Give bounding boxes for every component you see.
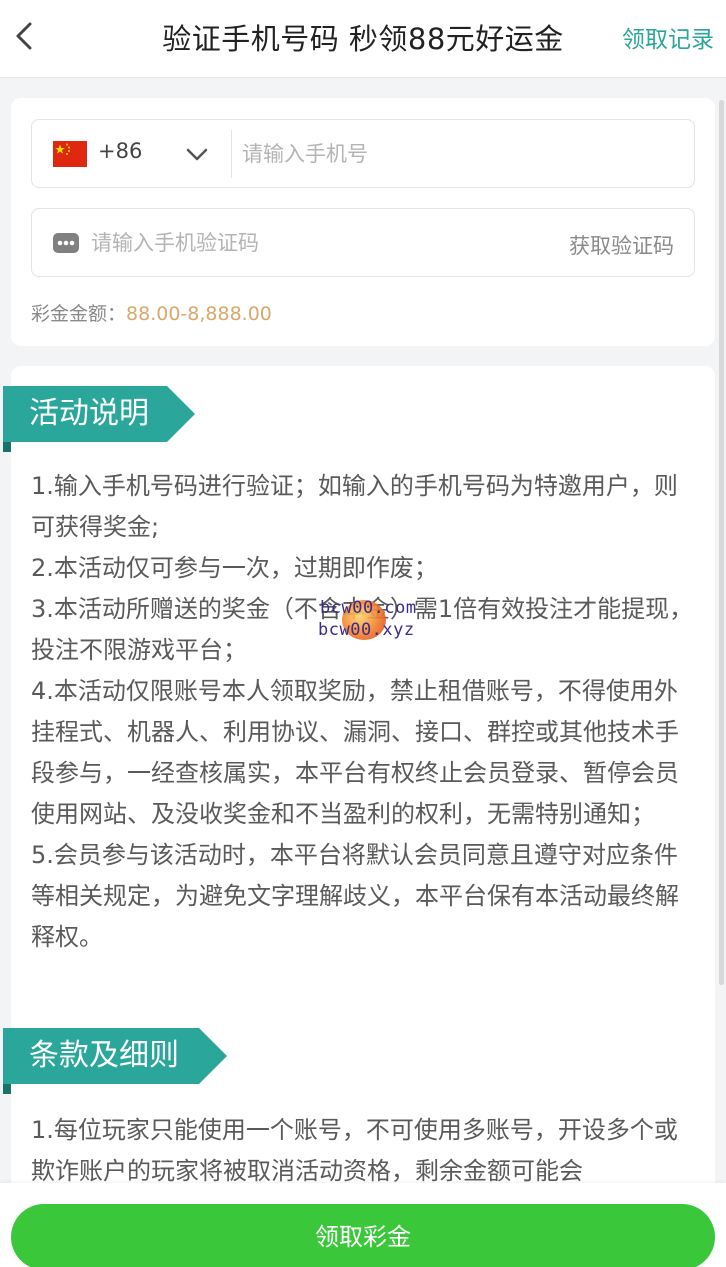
page-title: 验证手机号码 秒领88元好运金 <box>162 22 564 56</box>
claim-bonus-button[interactable]: 领取彩金 <box>11 1204 715 1267</box>
rule-item: 2.本活动仅可参与一次，过期即作废； <box>31 554 438 582</box>
phone-input[interactable] <box>242 130 682 178</box>
activity-section-title: 活动说明 <box>3 386 195 442</box>
bonus-amount-value: 88.00-8,888.00 <box>126 303 272 325</box>
chevron-down-icon[interactable] <box>184 142 210 166</box>
verification-form-card: +86 获取验证码 彩金金额：88.00-8,888.00 <box>11 98 715 346</box>
phone-field: +86 <box>31 119 695 188</box>
header-bar: 验证手机号码 秒领88元好运金 领取记录 <box>0 0 726 78</box>
activity-info-card: 活动说明 1.输入手机号码进行验证；如输入的手机号码为特邀用户，则可获得奖金; … <box>3 366 715 1267</box>
bonus-amount-label: 彩金金额： <box>31 303 127 325</box>
ribbon-fold <box>3 1084 11 1094</box>
verification-code-field: 获取验证码 <box>31 208 695 277</box>
china-flag-icon[interactable] <box>53 141 87 167</box>
scrollbar[interactable] <box>719 100 724 985</box>
claim-records-link[interactable]: 领取记录 <box>622 20 714 54</box>
rule-item: 1.每位玩家只能使用一个账号，不可使用多账号，开设多个或欺诈账户的玩家将被取消活… <box>31 1116 678 1185</box>
country-code[interactable]: +86 <box>98 139 142 163</box>
get-code-button[interactable]: 获取验证码 <box>569 230 674 260</box>
field-divider <box>231 130 232 178</box>
bottom-action-bar: 领取彩金 <box>0 1183 726 1267</box>
terms-rules: 1.每位玩家只能使用一个账号，不可使用多账号，开设多个或欺诈账户的玩家将被取消活… <box>31 1110 695 1192</box>
rule-item: 3.本活动所赠送的奖金（不含本金）需1倍有效投注才能提现，投注不限游戏平台； <box>31 595 694 664</box>
verification-code-input[interactable] <box>91 219 491 267</box>
ribbon-fold <box>3 442 11 452</box>
rule-item: 4.本活动仅限账号本人领取奖励，禁止租借账号，不得使用外挂程式、机器人、利用协议… <box>31 677 679 828</box>
terms-section-title: 条款及细则 <box>3 1028 227 1084</box>
rule-item: 1.输入手机号码进行验证；如输入的手机号码为特邀用户，则可获得奖金; <box>31 472 678 541</box>
rule-item: 5.会员参与该活动时，本平台将默认会员同意且遵守对应条件等相关规定，为避免文字理… <box>31 841 679 951</box>
message-icon <box>52 231 80 255</box>
bonus-amount-row: 彩金金额：88.00-8,888.00 <box>31 299 272 326</box>
activity-rules: 1.输入手机号码进行验证；如输入的手机号码为特邀用户，则可获得奖金; 2.本活动… <box>31 466 695 958</box>
